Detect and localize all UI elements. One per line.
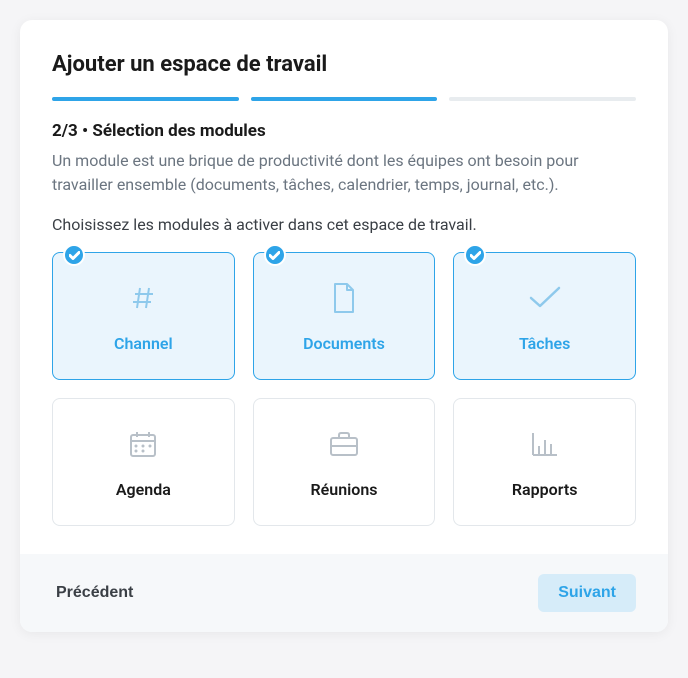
next-button[interactable]: Suivant: [538, 574, 636, 612]
module-label: Réunions: [310, 480, 377, 499]
selected-badge: [63, 244, 85, 266]
hash-icon: [125, 280, 161, 316]
dialog-title: Ajouter un espace de travail: [52, 52, 636, 77]
dialog-content: Ajouter un espace de travail 2/3 • Sélec…: [20, 20, 668, 554]
selected-badge: [264, 244, 286, 266]
progress-segment-2: [251, 97, 438, 101]
module-card-meetings[interactable]: Réunions: [253, 398, 436, 526]
dialog-footer: Précédent Suivant: [20, 554, 668, 632]
module-card-channel[interactable]: Channel: [52, 252, 235, 380]
progress-segment-3: [449, 97, 636, 101]
step-instruction: Choisissez les modules à activer dans ce…: [52, 215, 636, 234]
module-label: Rapports: [512, 480, 578, 499]
previous-button[interactable]: Précédent: [52, 576, 137, 610]
chart-icon: [527, 426, 563, 462]
document-icon: [326, 280, 362, 316]
module-card-reports[interactable]: Rapports: [453, 398, 636, 526]
workspace-setup-dialog: Ajouter un espace de travail 2/3 • Sélec…: [20, 20, 668, 632]
module-card-agenda[interactable]: Agenda: [52, 398, 235, 526]
module-grid: Channel Documents Tâches: [52, 252, 636, 526]
calendar-icon: [125, 426, 161, 462]
module-label: Documents: [303, 334, 385, 353]
module-label: Agenda: [116, 480, 171, 499]
briefcase-icon: [326, 426, 362, 462]
progress-bar: [52, 97, 636, 101]
selected-badge: [464, 244, 486, 266]
step-heading: 2/3 • Sélection des modules: [52, 121, 636, 141]
progress-segment-1: [52, 97, 239, 101]
check-icon: [527, 280, 563, 316]
step-description: Un module est une brique de productivité…: [52, 149, 636, 197]
module-card-tasks[interactable]: Tâches: [453, 252, 636, 380]
module-label: Tâches: [519, 334, 570, 353]
module-label: Channel: [114, 334, 173, 353]
module-card-documents[interactable]: Documents: [253, 252, 436, 380]
